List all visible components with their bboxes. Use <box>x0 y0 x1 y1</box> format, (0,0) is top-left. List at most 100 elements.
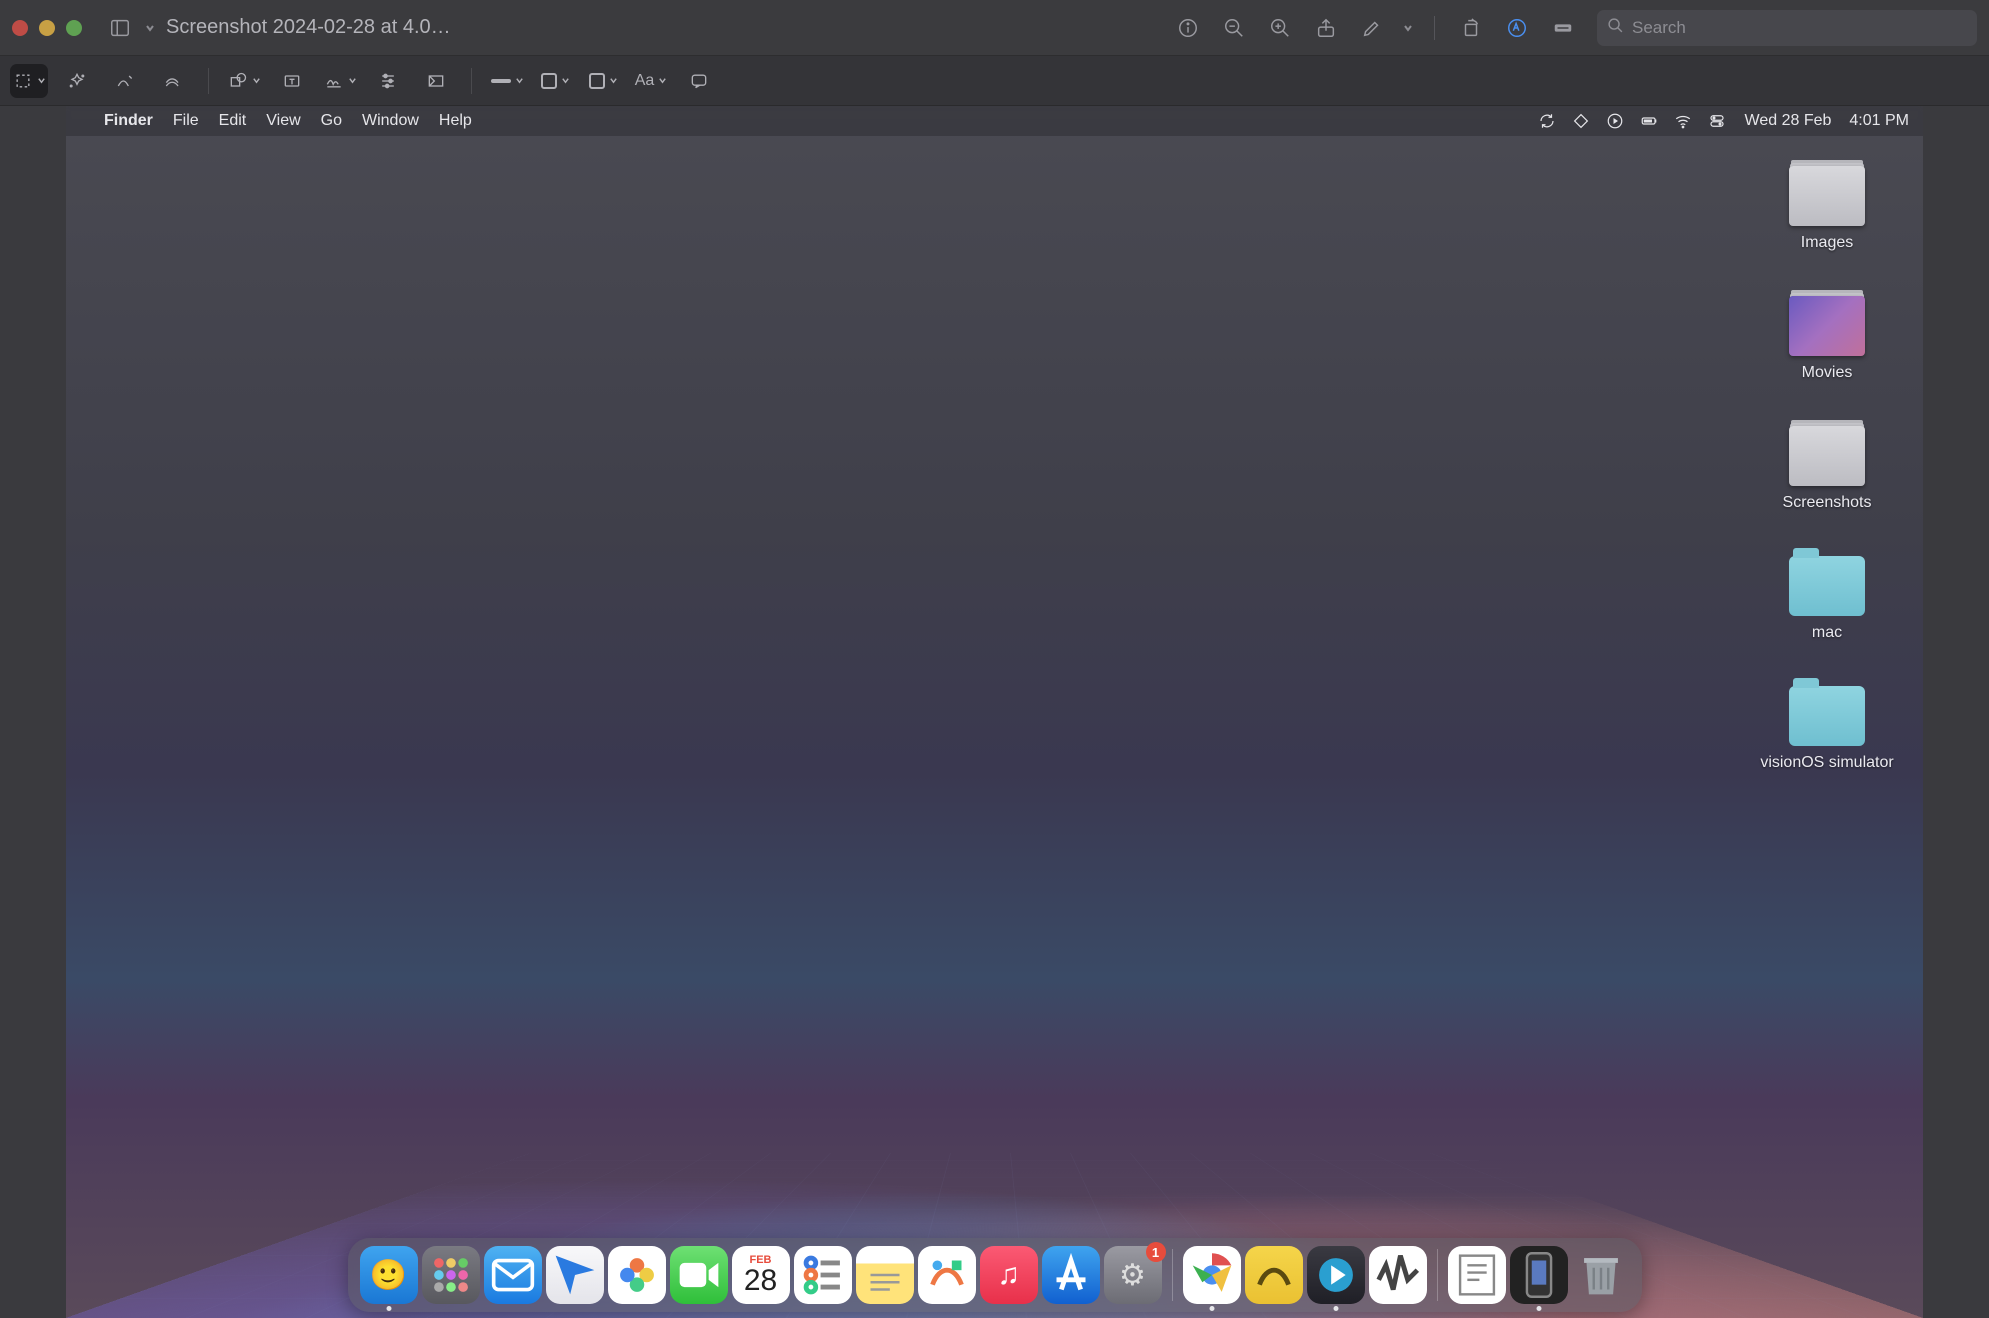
dock-finder[interactable]: 🙂 <box>360 1246 418 1304</box>
control-center-icon[interactable] <box>1707 111 1727 131</box>
dock-launchpad[interactable] <box>422 1246 480 1304</box>
chrome-icon <box>1183 1246 1241 1304</box>
close-window-button[interactable] <box>12 20 28 36</box>
redact-button[interactable] <box>1547 12 1579 44</box>
desktop-item-mac[interactable]: mac <box>1789 556 1865 642</box>
dock-separator <box>1437 1249 1438 1301</box>
stroke-icon <box>491 79 511 83</box>
dock-mail[interactable] <box>484 1246 542 1304</box>
facetime-icon <box>670 1246 728 1304</box>
battery-icon[interactable] <box>1639 111 1659 131</box>
dock-settings[interactable]: ⚙︎ 1 <box>1104 1246 1162 1304</box>
screen-record-icon[interactable] <box>1605 111 1625 131</box>
info-button[interactable] <box>1172 12 1204 44</box>
desktop-item-label: Images <box>1801 234 1853 252</box>
desktop-item-visionos[interactable]: visionOS simulator <box>1760 686 1893 772</box>
raycast-icon[interactable] <box>1571 111 1591 131</box>
draw-button[interactable] <box>154 64 192 98</box>
mail-icon <box>484 1246 542 1304</box>
document-title: Screenshot 2024-02-28 at 4.0… <box>166 16 451 39</box>
menubar-item-go[interactable]: Go <box>311 112 352 130</box>
menubar-item-help[interactable]: Help <box>429 112 482 130</box>
maximize-window-button[interactable] <box>66 20 82 36</box>
instant-alpha-button[interactable] <box>58 64 96 98</box>
dock-separator <box>1172 1249 1173 1301</box>
dock-facetime[interactable] <box>670 1246 728 1304</box>
dock-music[interactable]: ♫ <box>980 1246 1038 1304</box>
fill-color-button[interactable] <box>584 64 622 98</box>
menubar-item-window[interactable]: Window <box>352 112 429 130</box>
dock-appstore[interactable] <box>1042 1246 1100 1304</box>
border-color-button[interactable] <box>536 64 574 98</box>
desktop-item-movies[interactable]: Movies <box>1789 296 1865 382</box>
sign-button[interactable] <box>321 64 359 98</box>
photos-icon <box>608 1246 666 1304</box>
sidebar-toggle-chevron[interactable] <box>144 23 156 33</box>
sync-status-icon[interactable] <box>1537 111 1557 131</box>
search-input[interactable] <box>1632 18 1967 38</box>
chevron-down-icon <box>37 72 46 90</box>
text-style-button[interactable]: Aa <box>632 64 670 98</box>
menubar-app-name[interactable]: Finder <box>94 112 163 130</box>
markup-button[interactable] <box>1501 12 1533 44</box>
activity-icon <box>1369 1246 1427 1304</box>
dock-quicktime[interactable] <box>1307 1246 1365 1304</box>
separator <box>471 68 472 94</box>
menubar-item-edit[interactable]: Edit <box>209 112 257 130</box>
shapes-button[interactable] <box>225 64 263 98</box>
menubar-date[interactable]: Wed 28 Feb <box>1745 112 1832 130</box>
titlebar-tools <box>1172 12 1579 44</box>
window-controls <box>12 20 82 36</box>
menubar-item-file[interactable]: File <box>163 112 209 130</box>
wifi-icon[interactable] <box>1673 111 1693 131</box>
dock-reminders[interactable] <box>794 1246 852 1304</box>
dock-activity-monitor[interactable] <box>1369 1246 1427 1304</box>
adjust-color-button[interactable] <box>369 64 407 98</box>
annotate-button[interactable] <box>680 64 718 98</box>
dock-chrome[interactable] <box>1183 1246 1241 1304</box>
share-button[interactable] <box>1310 12 1342 44</box>
text-button[interactable] <box>273 64 311 98</box>
appstore-icon <box>1042 1246 1100 1304</box>
dock-simulator[interactable] <box>1510 1246 1568 1304</box>
dock-trash[interactable] <box>1572 1246 1630 1304</box>
folder-icon <box>1789 556 1865 616</box>
dock-maps[interactable] <box>546 1246 604 1304</box>
sketch-button[interactable] <box>106 64 144 98</box>
dock: 🙂 FEB 28 ♫ ⚙︎ 1 <box>348 1238 1642 1312</box>
highlight-button[interactable] <box>1356 12 1388 44</box>
minimize-window-button[interactable] <box>39 20 55 36</box>
dock-freeform[interactable] <box>918 1246 976 1304</box>
search-field[interactable] <box>1597 10 1977 46</box>
dock-notes[interactable] <box>856 1246 914 1304</box>
adjust-size-button[interactable] <box>417 64 455 98</box>
sidebar-toggle-button[interactable] <box>104 12 136 44</box>
simulator-icon <box>1510 1246 1568 1304</box>
search-icon <box>1607 17 1624 39</box>
rotate-button[interactable] <box>1455 12 1487 44</box>
highlight-chevron[interactable] <box>1402 23 1414 33</box>
finder-icon: 🙂 <box>370 1258 407 1293</box>
chevron-down-icon <box>658 72 667 90</box>
launchpad-icon <box>422 1246 480 1304</box>
reminders-icon <box>794 1246 852 1304</box>
dock-freeform-alt[interactable] <box>1245 1246 1303 1304</box>
chevron-down-icon <box>252 72 261 90</box>
menubar-time[interactable]: 4:01 PM <box>1849 112 1909 130</box>
dock-calendar[interactable]: FEB 28 <box>732 1246 790 1304</box>
selection-tool-button[interactable] <box>10 64 48 98</box>
dock-photos[interactable] <box>608 1246 666 1304</box>
desktop-item-screenshots[interactable]: Screenshots <box>1783 426 1872 512</box>
screenshot-content: Finder File Edit View Go Window Help Wed… <box>66 106 1923 1318</box>
stroke-weight-button[interactable] <box>488 64 526 98</box>
dock-textedit[interactable] <box>1448 1246 1506 1304</box>
zoom-out-button[interactable] <box>1218 12 1250 44</box>
menubar-item-view[interactable]: View <box>256 112 310 130</box>
desktop-item-images[interactable]: Images <box>1789 166 1865 252</box>
gear-icon: ⚙︎ <box>1119 1258 1146 1293</box>
menubar-status-area: Wed 28 Feb 4:01 PM <box>1537 111 1909 131</box>
settings-badge: 1 <box>1146 1242 1166 1262</box>
zoom-in-button[interactable] <box>1264 12 1296 44</box>
desktop-item-label: Movies <box>1802 364 1853 382</box>
chevron-down-icon <box>515 72 524 90</box>
